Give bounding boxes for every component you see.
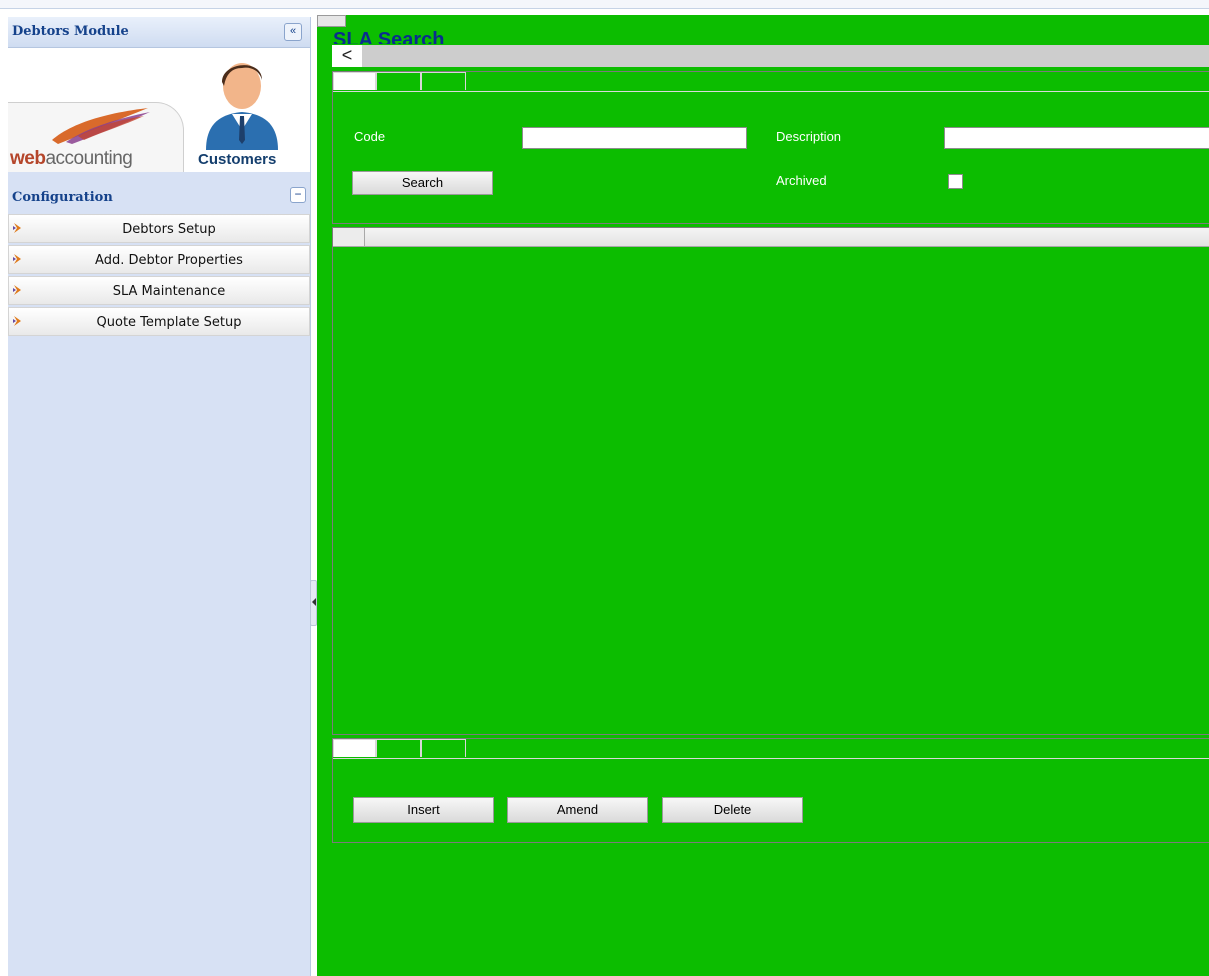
menu-item-label: Quote Template Setup bbox=[96, 315, 242, 330]
delete-button[interactable]: Delete bbox=[662, 797, 803, 823]
tab-1[interactable] bbox=[333, 72, 376, 90]
corner-tab[interactable] bbox=[317, 15, 346, 27]
tab-2[interactable] bbox=[376, 72, 421, 90]
arrow-right-icon bbox=[13, 316, 21, 326]
configuration-header: Configuration − bbox=[8, 175, 310, 213]
wordmark-accounting: accounting bbox=[45, 148, 133, 169]
menu-item-debtors-setup[interactable]: Debtors Setup bbox=[8, 214, 310, 243]
grid-column-header[interactable] bbox=[333, 228, 365, 246]
customers-label: Customers bbox=[198, 151, 277, 168]
sidebar-splitter[interactable] bbox=[310, 580, 317, 626]
collapse-sidebar-icon[interactable]: « bbox=[284, 23, 302, 41]
code-label: Code bbox=[354, 129, 386, 144]
menu-item-label: Add. Debtor Properties bbox=[95, 253, 243, 268]
arrow-right-icon bbox=[13, 254, 21, 264]
wordmark-web: web bbox=[10, 148, 46, 169]
grid-header bbox=[333, 228, 1209, 247]
amend-button[interactable]: Amend bbox=[507, 797, 648, 823]
arrow-right-icon bbox=[13, 285, 21, 295]
menu-item-sla-maintenance[interactable]: SLA Maintenance bbox=[8, 276, 310, 305]
arrow-right-icon bbox=[13, 223, 21, 233]
sidebar: Debtors Module « webaccounting Customers… bbox=[8, 17, 311, 976]
customer-person-icon bbox=[206, 63, 278, 150]
search-button[interactable]: Search bbox=[352, 171, 493, 195]
collapse-left-icon bbox=[312, 598, 316, 606]
navigation-bar: < bbox=[332, 45, 1209, 67]
tab-2[interactable] bbox=[376, 739, 421, 757]
menu-item-add-debtor-properties[interactable]: Add. Debtor Properties bbox=[8, 245, 310, 274]
page-title: SLA Search bbox=[333, 29, 445, 44]
back-icon[interactable]: < bbox=[332, 45, 362, 67]
menu-item-label: SLA Maintenance bbox=[112, 284, 226, 299]
description-input[interactable] bbox=[944, 127, 1209, 149]
insert-button[interactable]: Insert bbox=[353, 797, 494, 823]
tab-1[interactable] bbox=[333, 739, 376, 757]
tab-divider bbox=[333, 91, 1209, 92]
swoosh-logo-icon bbox=[52, 108, 150, 144]
search-panel: Code Description Search Archived bbox=[332, 71, 1209, 224]
webaccounting-wordmark: webaccounting bbox=[10, 148, 133, 170]
archived-checkbox[interactable] bbox=[948, 174, 963, 189]
actions-panel: Insert Amend Delete bbox=[332, 738, 1209, 843]
tab-3[interactable] bbox=[421, 739, 466, 757]
results-grid bbox=[332, 227, 1209, 735]
code-input[interactable] bbox=[522, 127, 747, 149]
top-strip bbox=[0, 0, 1209, 9]
main-content: SLA Search < Code Description Search Arc… bbox=[317, 15, 1209, 976]
description-label: Description bbox=[776, 129, 842, 144]
collapse-section-icon[interactable]: − bbox=[290, 187, 306, 203]
tab-divider bbox=[333, 758, 1209, 759]
sidebar-title: Debtors Module bbox=[12, 24, 129, 39]
module-logo: webaccounting Customers bbox=[8, 48, 310, 172]
menu-item-label: Debtors Setup bbox=[122, 222, 216, 237]
configuration-menu: Debtors Setup Add. Debtor Properties SLA… bbox=[8, 214, 310, 338]
archived-label: Archived bbox=[776, 173, 827, 188]
tab-3[interactable] bbox=[421, 72, 466, 90]
menu-item-quote-template-setup[interactable]: Quote Template Setup bbox=[8, 307, 310, 336]
sidebar-header: Debtors Module « bbox=[8, 17, 310, 48]
configuration-title: Configuration bbox=[12, 190, 113, 205]
